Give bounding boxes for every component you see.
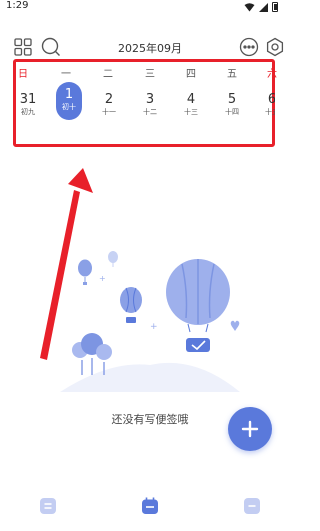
memo-icon [244,498,260,514]
signal-icon [259,2,268,12]
battery-icon [272,2,278,12]
day-lunar: 初十 [62,103,76,111]
week-strip: 日 一 二 三 四 五 六 31 初九 1 初十 2 十一 3 十二 4 十三 … [13,59,277,147]
day-number: 4 [186,92,196,107]
nav-notes-tab[interactable] [37,495,59,517]
day-cell[interactable]: 2 十一 [94,87,124,121]
day-cell[interactable]: 5 十四 [217,87,247,121]
day-cell[interactable]: 3 十二 [135,87,165,121]
day-lunar: 十三 [184,108,198,116]
month-title[interactable]: 2025年09月 [118,42,182,55]
more-icon[interactable] [238,36,260,58]
bottom-nav [0,492,300,522]
day-lunar: 十一 [102,108,116,116]
top-bar: 2025年09月 [0,36,300,60]
day-cell[interactable]: 31 初九 [13,87,43,121]
day-number: 3 [145,92,155,107]
search-icon[interactable] [40,36,62,58]
day-number: 6 [267,92,275,107]
weekday-fri: 五 [227,69,237,80]
empty-state-illustration: + + [40,168,240,392]
weekday-tue: 二 [103,69,113,80]
notes-icon [40,498,56,514]
status-bar: 1:29 [0,0,300,14]
day-number: 5 [227,92,237,107]
weekday-wed: 三 [145,69,155,80]
balloon-small-icon [78,259,92,285]
weekday-row: 日 一 二 三 四 五 六 [16,65,277,80]
grid-icon[interactable] [12,36,34,58]
day-number: 1 [64,87,74,102]
day-lunar: 十四 [225,108,239,116]
svg-text:+: + [150,322,158,332]
weekday-sat: 六 [267,69,277,80]
day-lunar: 初九 [21,108,35,116]
day-cell[interactable]: 4 十三 [176,87,206,121]
day-number: 2 [104,92,114,107]
day-lunar: 十五 [265,108,275,116]
settings-icon[interactable] [264,36,286,58]
trees-icon [72,333,112,375]
status-icons [244,2,278,12]
day-cell[interactable]: 6 十五 [257,87,275,121]
weekday-thu: 四 [186,69,196,80]
balloon-tiny-icon [108,251,118,267]
day-lunar: 十二 [143,108,157,116]
nav-memo-tab[interactable] [241,495,263,517]
day-cell-selected[interactable]: 1 初十 [56,82,82,120]
calendar-icon [142,497,158,514]
status-time: 1:29 [6,0,29,11]
weekday-sun: 日 [18,69,28,80]
day-number: 31 [19,92,37,107]
heart-icon [230,320,240,331]
nav-calendar-tab[interactable] [139,495,161,517]
balloon-large-icon [166,259,230,352]
svg-text:+: + [99,274,106,283]
weekday-mon: 一 [61,69,71,80]
balloon-medium-icon [120,287,142,323]
wifi-icon [244,2,255,11]
plus-icon [241,420,259,438]
add-note-button[interactable] [228,407,272,451]
